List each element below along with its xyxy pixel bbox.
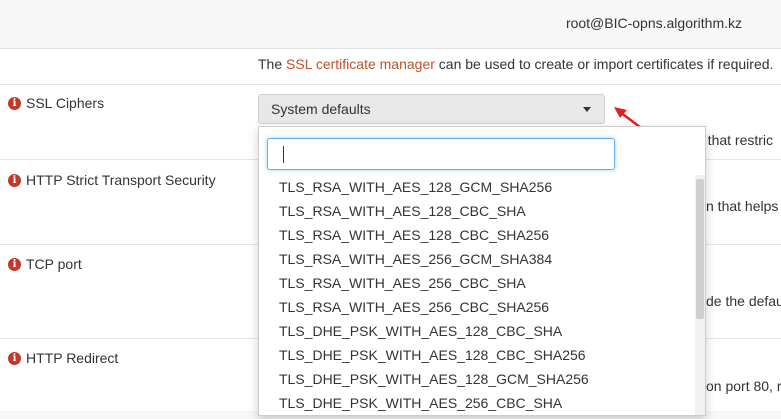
ssl-ciphers-select[interactable]: System defaults xyxy=(258,94,605,124)
top-bar: root@BIC-opns.algorithm.kz xyxy=(0,0,781,49)
cert-row: The SSL certificate manager can be used … xyxy=(0,49,781,85)
cipher-search-input[interactable] xyxy=(267,138,615,170)
info-icon[interactable]: i xyxy=(8,257,21,271)
ssl-ciphers-label: i SSL Ciphers xyxy=(8,95,104,111)
caret-down-icon xyxy=(583,107,591,112)
http-redirect-help: on port 80, r xyxy=(706,378,781,394)
tcp-port-help: de the defau xyxy=(706,293,781,309)
cipher-dropdown: TLS_RSA_WITH_AES_128_GCM_SHA256 TLS_RSA_… xyxy=(258,126,706,416)
cert-note: The SSL certificate manager can be used … xyxy=(258,56,774,72)
option-item[interactable]: TLS_RSA_WITH_AES_256_CBC_SHA256 xyxy=(259,295,695,319)
info-icon[interactable]: i xyxy=(8,351,21,365)
option-item[interactable]: TLS_RSA_WITH_AES_128_CBC_SHA256 xyxy=(259,223,695,247)
option-item[interactable]: TLS_RSA_WITH_AES_128_CBC_SHA xyxy=(259,199,695,223)
option-item[interactable]: TLS_DHE_PSK_WITH_AES_128_CBC_SHA256 xyxy=(259,343,695,367)
option-list: TLS_RSA_WITH_AES_128_GCM_SHA256 TLS_RSA_… xyxy=(259,175,695,415)
text-cursor xyxy=(283,146,284,163)
scrollbar-thumb[interactable] xyxy=(696,179,704,319)
option-item[interactable]: TLS_RSA_WITH_AES_128_GCM_SHA256 xyxy=(259,175,695,199)
select-value: System defaults xyxy=(271,101,371,117)
option-item[interactable]: TLS_RSA_WITH_AES_256_GCM_SHA384 xyxy=(259,247,695,271)
info-icon[interactable]: i xyxy=(8,96,21,110)
ssl-ciphers-help: e that restric xyxy=(696,132,774,148)
hsts-label: i HTTP Strict Transport Security xyxy=(8,172,216,188)
option-item[interactable]: TLS_DHE_PSK_WITH_AES_256_CBC_SHA xyxy=(259,391,695,415)
ssl-certificate-manager-link[interactable]: SSL certificate manager xyxy=(286,56,435,72)
option-item[interactable]: TLS_DHE_PSK_WITH_AES_128_GCM_SHA256 xyxy=(259,367,695,391)
hsts-help: n that helps xyxy=(706,198,779,214)
tcp-port-label: i TCP port xyxy=(8,256,82,272)
option-item[interactable]: TLS_RSA_WITH_AES_256_CBC_SHA xyxy=(259,271,695,295)
user-menu[interactable]: root@BIC-opns.algorithm.kz xyxy=(566,15,742,31)
info-icon[interactable]: i xyxy=(8,173,21,187)
http-redirect-label: i HTTP Redirect xyxy=(8,350,118,366)
option-item[interactable]: TLS_DHE_PSK_WITH_AES_128_CBC_SHA xyxy=(259,319,695,343)
